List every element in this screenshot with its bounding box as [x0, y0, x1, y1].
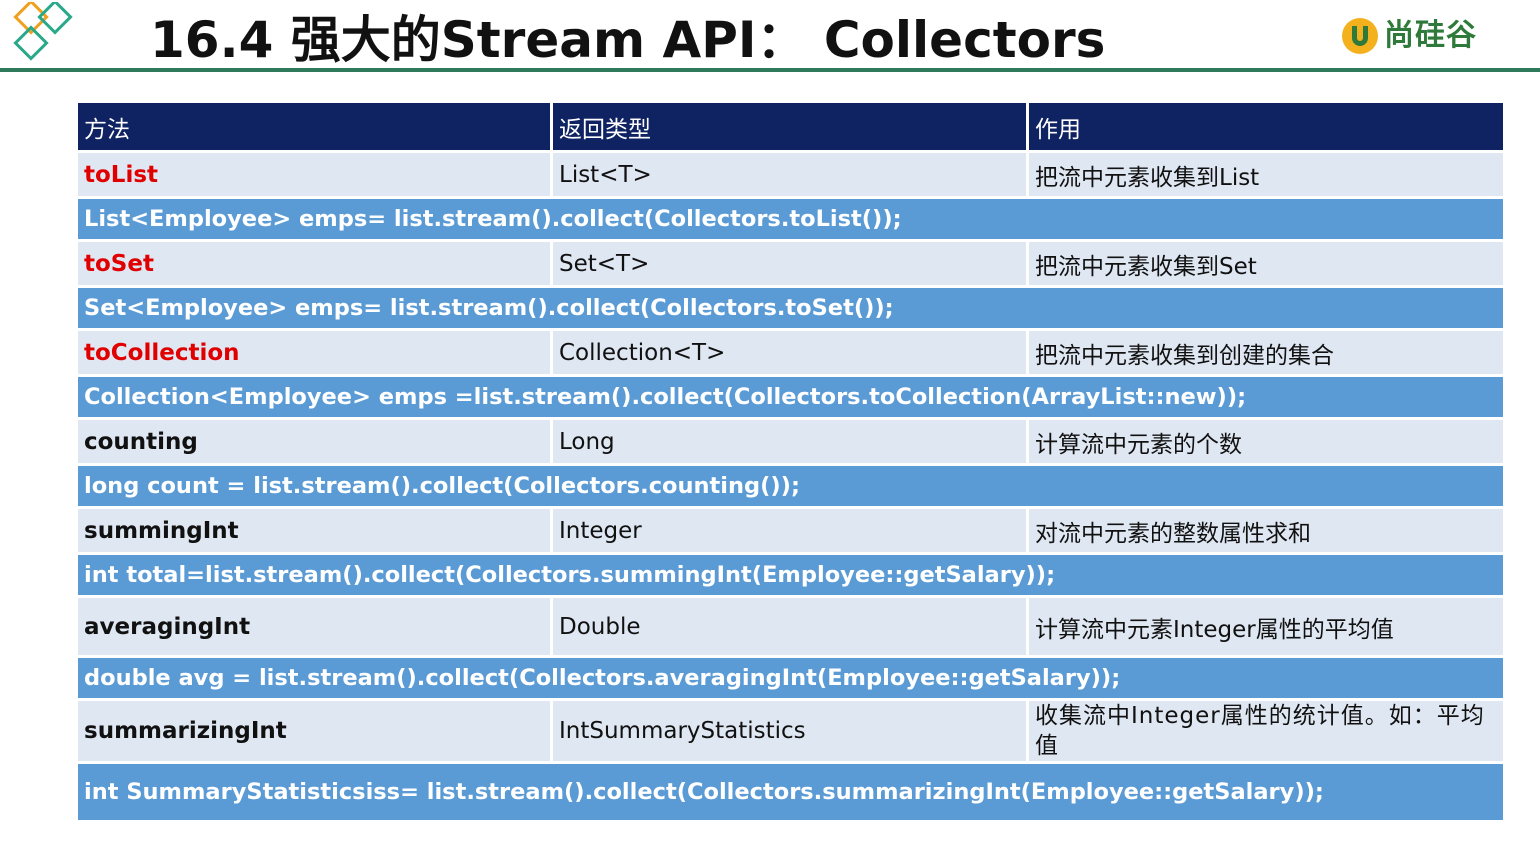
table-row: averagingInt Double 计算流中元素Integer属性的平均值 — [78, 598, 1503, 655]
purpose-cell: 对流中元素的整数属性求和 — [1029, 509, 1503, 552]
purpose-cell: 把流中元素收集到创建的集合 — [1029, 331, 1503, 374]
return-type-cell: Double — [553, 598, 1026, 655]
method-cell: averagingInt — [78, 598, 550, 655]
table-row: toCollection Collection<T> 把流中元素收集到创建的集合 — [78, 331, 1503, 374]
method-cell: summarizingInt — [78, 701, 550, 761]
collectors-table: 方法 返回类型 作用 toList List<T> 把流中元素收集到List L… — [75, 100, 1506, 823]
example-row: Set<Employee> emps= list.stream().collec… — [78, 288, 1503, 328]
table-header-row: 方法 返回类型 作用 — [78, 103, 1503, 150]
table-row: summarizingInt IntSummaryStatistics 收集流中… — [78, 701, 1503, 761]
example-code: double avg = list.stream().collect(Colle… — [78, 658, 1503, 698]
example-row: List<Employee> emps= list.stream().colle… — [78, 199, 1503, 239]
method-cell: toList — [78, 153, 550, 196]
purpose-cell: 计算流中元素的个数 — [1029, 420, 1503, 463]
example-row: Collection<Employee> emps =list.stream()… — [78, 377, 1503, 417]
example-code: long count = list.stream().collect(Colle… — [78, 466, 1503, 506]
title-divider — [0, 68, 1540, 72]
example-row: int total=list.stream().collect(Collecto… — [78, 555, 1503, 595]
page-title: 16.4 强大的Stream API： Collectors — [150, 11, 1106, 69]
return-type-cell: Long — [553, 420, 1026, 463]
diamond-logo-icon — [13, 2, 73, 61]
example-code: Set<Employee> emps= list.stream().collec… — [78, 288, 1503, 328]
return-type-cell: Collection<T> — [553, 331, 1026, 374]
table-row: counting Long 计算流中元素的个数 — [78, 420, 1503, 463]
example-row: double avg = list.stream().collect(Colle… — [78, 658, 1503, 698]
return-type-cell: Set<T> — [553, 242, 1026, 285]
purpose-cell: 计算流中元素Integer属性的平均值 — [1029, 598, 1503, 655]
column-header-purpose: 作用 — [1029, 103, 1503, 150]
example-code: List<Employee> emps= list.stream().colle… — [78, 199, 1503, 239]
table-row: toSet Set<T> 把流中元素收集到Set — [78, 242, 1503, 285]
brand-u-icon — [1342, 18, 1378, 54]
example-code: int SummaryStatisticsiss= list.stream().… — [78, 764, 1503, 820]
example-code: Collection<Employee> emps =list.stream()… — [78, 377, 1503, 417]
example-code: int total=list.stream().collect(Collecto… — [78, 555, 1503, 595]
return-type-cell: List<T> — [553, 153, 1026, 196]
purpose-cell: 把流中元素收集到List — [1029, 153, 1503, 196]
column-header-return-type: 返回类型 — [553, 103, 1026, 150]
example-row: long count = list.stream().collect(Colle… — [78, 466, 1503, 506]
return-type-cell: Integer — [553, 509, 1026, 552]
return-type-cell: IntSummaryStatistics — [553, 701, 1026, 761]
table-row: toList List<T> 把流中元素收集到List — [78, 153, 1503, 196]
brand-name: 尚硅谷 — [1384, 18, 1477, 53]
method-cell: summingInt — [78, 509, 550, 552]
purpose-cell: 收集流中Integer属性的统计值。如：平均值 — [1029, 701, 1503, 761]
purpose-cell: 把流中元素收集到Set — [1029, 242, 1503, 285]
method-cell: toCollection — [78, 331, 550, 374]
method-cell: counting — [78, 420, 550, 463]
column-header-method: 方法 — [78, 103, 550, 150]
table-row: summingInt Integer 对流中元素的整数属性求和 — [78, 509, 1503, 552]
example-row: int SummaryStatisticsiss= list.stream().… — [78, 764, 1503, 820]
method-cell: toSet — [78, 242, 550, 285]
brand-logo: 尚硅谷 — [1340, 14, 1477, 58]
